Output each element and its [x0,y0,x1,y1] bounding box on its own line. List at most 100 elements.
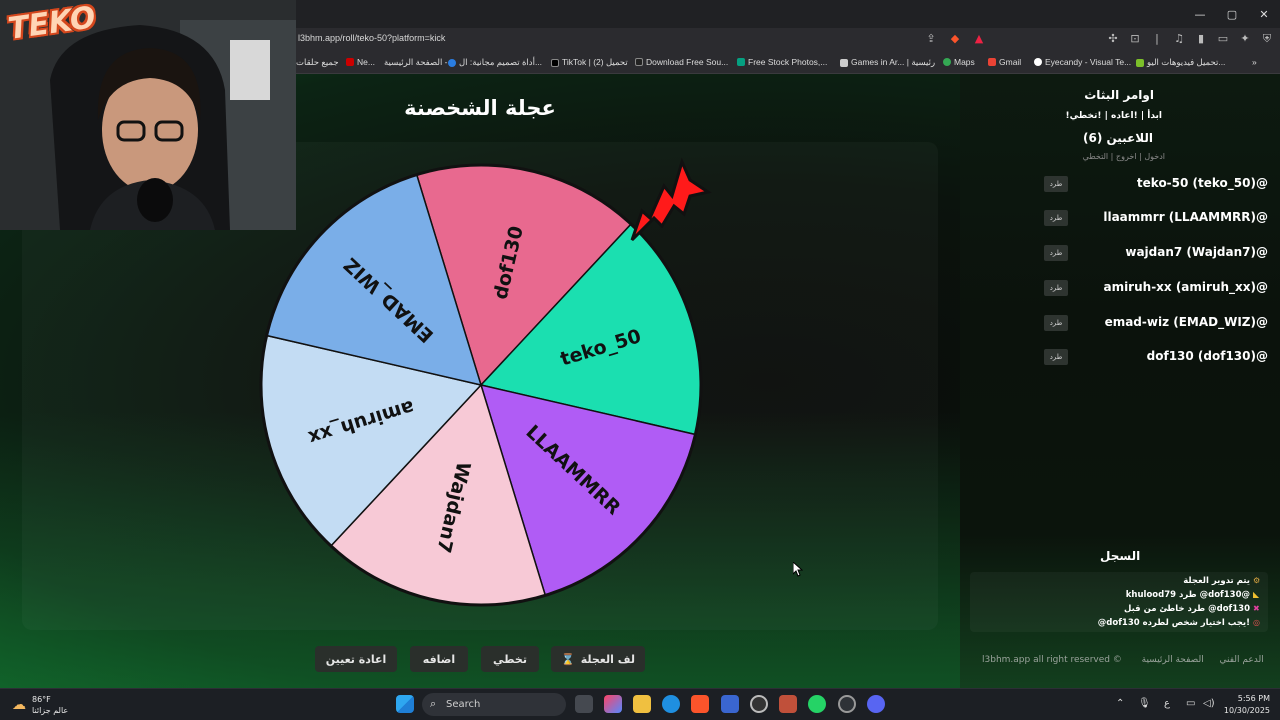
player-name: llaammrr (LLAAMMRR)@ [1103,210,1268,224]
wheel-pointer-icon [630,157,712,242]
sidebar-icon[interactable]: ▮ [1194,32,1208,46]
obs-icon[interactable] [750,695,768,713]
footer-support-link[interactable]: الدعم الفني [1219,655,1263,665]
bookmark-item[interactable]: Free Stock Photos,... [737,57,827,67]
brave-rewards-icon[interactable]: ▲ [972,32,986,46]
players-title: اللاعبين (6) [1082,131,1153,145]
taskbar: ☁ 86°F عالم جزائنا ⌕ Search ⌃ 🎙 ع ▭ ◁) 5… [0,688,1280,720]
share-icon[interactable]: ⇪ [924,32,938,46]
brave-icon[interactable] [691,695,709,713]
whatsapp-icon[interactable] [808,695,826,713]
bookmark-label: Games in Ar... | رئيسية [851,57,936,67]
file-explorer-icon[interactable] [633,695,651,713]
log-entry: @dof130 يجب اختيار شخص لطرده! [1097,618,1250,628]
network-icon[interactable]: ▭ [1186,698,1195,709]
bookmark-label: Gmail [999,57,1022,67]
app-icon[interactable] [779,695,797,713]
kick-button[interactable]: طرد [1044,315,1068,331]
boot-log-icon: ◣ [1253,590,1260,599]
commands-list: !ابدأ | !اعاده | !تخطي [1065,111,1162,121]
kick-button[interactable]: طرد [1044,349,1068,365]
log-box: ⚙ يتم تدوير العجلة ◣ khulood79 طرد @dof1… [970,572,1268,632]
kick-button[interactable]: طرد [1044,210,1068,226]
close-icon[interactable]: ✕ [1248,0,1280,28]
discord-icon[interactable] [867,695,885,713]
music-icon[interactable]: ♫ [1172,32,1186,46]
bookmark-label: Maps [954,57,975,67]
player-name: amiruh-xx (amiruh_xx)@ [1103,280,1268,294]
divider-icon: | [1155,32,1159,45]
kick-button[interactable]: طرد [1044,280,1068,296]
leo-icon[interactable]: ✦ [1238,32,1252,46]
log-entry: khulood79 طرد @dof130@ [1125,590,1250,600]
search-label: Search [446,699,481,710]
volume-icon[interactable]: ◁) [1203,698,1215,709]
url-text[interactable]: l3bhm.app/roll/teko-50?platform=kick [298,33,445,43]
player-name: teko-50 (teko_50)@ [1136,176,1268,190]
bookmark-item[interactable]: جميع حلقات [296,57,339,68]
player-name: wajdan7 (Wajdan7)@ [1125,245,1268,259]
cross-log-icon: ✖ [1253,604,1260,613]
weather-desc: عالم جزائنا [32,706,69,715]
bookmark-label: أداة تصميم مجانية: ال... [459,57,543,67]
kick-button[interactable]: طرد [1044,176,1068,192]
footer-copyright: l3bhm.app all right reserved © [982,655,1122,665]
window-controls: — ▢ ✕ [1184,0,1280,28]
footer: l3bhm.app all right reserved © الدعم الف… [982,655,1264,665]
task-view-icon[interactable] [575,695,593,713]
tray-overflow-icon[interactable]: ⌃ [1116,698,1124,709]
bookmark-item[interactable]: Download Free Sou... [635,57,728,67]
vpn-icon[interactable]: ⛨ [1260,32,1274,46]
bookmark-item[interactable]: Gmail [988,57,1021,67]
edge-icon[interactable] [662,695,680,713]
app2-icon[interactable] [838,695,856,713]
bookmark-label: TikTok | تحميل (2) [562,57,628,67]
player-row: طرد teko-50 (teko_50)@ [1040,174,1268,194]
footer-home-link[interactable]: الصفحة الرئيسية [1142,655,1204,665]
log-title: السجل [1100,549,1141,563]
search-icon: ⌕ [430,697,437,710]
bookmark-label: Eyecandy - Visual Te... [1045,57,1132,67]
taskbar-search[interactable]: ⌕ Search [422,693,566,716]
bookmark-item[interactable]: Maps [943,57,975,67]
weather-icon: ☁ [12,697,26,713]
wheel-log-icon: ⚙ [1253,576,1261,585]
player-row: طرد emad-wiz (EMAD_WIZ)@ [1040,313,1268,333]
bookmark-item[interactable]: TikTok | تحميل (2) [551,57,628,68]
clock[interactable]: 5:56 PM 10/30/2025 [1224,693,1270,717]
spin-button-label: لف العجلة [580,652,635,666]
brave-shield-icon[interactable]: ◆ [948,32,962,46]
language-indicator[interactable]: ع [1164,698,1170,709]
store-icon[interactable] [721,695,739,713]
bookmark-item[interactable]: Games in Ar... | رئيسية [840,57,935,68]
bookmark-item[interactable]: Eyecandy - Visual Te... [1034,57,1131,67]
bookmarks-overflow-icon[interactable]: » [1252,57,1257,67]
screenshot-icon[interactable]: ⊡ [1128,32,1142,46]
minimize-icon[interactable]: — [1184,0,1216,28]
bookmark-item[interactable]: Ne... [346,57,375,67]
bookmark-label: Download Free Sou... [646,57,729,67]
commands-title: اوامر البثاث [1084,88,1154,102]
wallet-icon[interactable]: ▭ [1216,32,1230,46]
maximize-icon[interactable]: ▢ [1216,0,1248,28]
windows-start-icon[interactable] [396,695,414,713]
weather-widget[interactable]: ☁ 86°F عالم جزائنا [12,694,68,716]
extensions-icon[interactable]: ✣ [1106,32,1120,46]
spin-button[interactable]: ⌛ لف العجلة [551,646,645,672]
kick-button[interactable]: طرد [1044,245,1068,261]
target-log-icon: ◎ [1253,618,1260,627]
bookmark-label: Free Stock Photos,... [748,57,828,67]
mouse-cursor-icon [792,560,804,581]
weather-temp: 86°F [32,695,51,704]
reset-button[interactable]: اعادة تعيين [315,646,397,672]
players-subtitle: ادخول | اخروج | التخطي [1082,152,1165,161]
hourglass-icon: ⌛ [561,652,575,666]
bookmark-item[interactable]: تحميل فيديوهات اليو... [1136,57,1225,68]
bookmark-item[interactable]: أداة تصميم مجانية: ال... [448,57,542,68]
microphone-icon[interactable]: 🎙 [1138,698,1151,709]
copilot-icon[interactable] [604,695,622,713]
player-row: طرد wajdan7 (Wajdan7)@ [1040,243,1268,263]
bookmark-item[interactable]: الصفحة الرئيسية - [384,57,448,68]
skip-button[interactable]: تخطي [481,646,539,672]
add-button[interactable]: اضافه [410,646,468,672]
